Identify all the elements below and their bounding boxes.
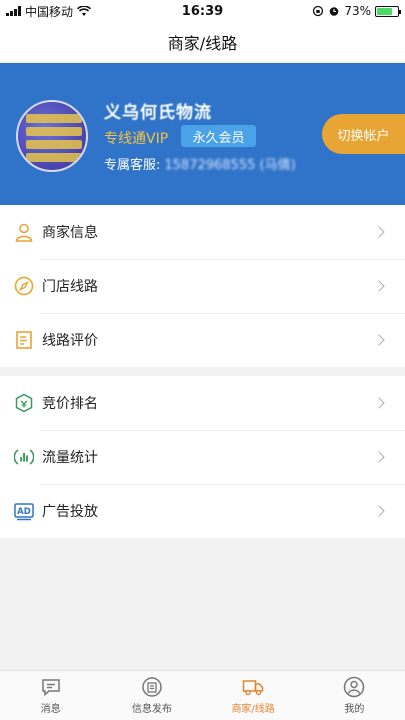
menu-item-label: 门店线路 (42, 279, 98, 295)
menu-group-marketing: 竞价排名 流量统计 AD 广告投放 (0, 376, 405, 538)
menu-item-store-routes[interactable]: 门店线路 (0, 259, 405, 313)
tab-publish[interactable]: 信息发布 (101, 671, 202, 720)
chevron-right-icon (373, 451, 385, 463)
truck-icon (242, 676, 264, 698)
wifi-icon (77, 5, 92, 16)
avatar[interactable] (16, 100, 88, 172)
status-bar: 中国移动 16:39 73% (0, 0, 405, 22)
switch-account-button[interactable]: 切换帐户 (322, 114, 405, 154)
user-icon (14, 222, 34, 242)
service-value: 15872968555 (马倩) (164, 158, 296, 173)
menu-group-merchant: 商家信息 门店线路 线路评价 (0, 205, 405, 367)
menu-item-merchant-info[interactable]: 商家信息 (0, 205, 405, 259)
rank-shield-icon (14, 393, 34, 413)
tab-messages[interactable]: 消息 (0, 671, 101, 720)
svg-text:AD: AD (17, 507, 31, 517)
tab-label: 商家/线路 (231, 704, 275, 715)
tab-label: 我的 (344, 704, 365, 715)
alarm-icon (330, 7, 339, 16)
message-icon (40, 676, 62, 698)
company-name: 义乌何氏物流 (104, 103, 212, 123)
menu-item-traffic-stats[interactable]: 流量统计 (0, 430, 405, 484)
service-contact: 专属客服: 15872968555 (马倩) (104, 154, 296, 173)
member-badge: 永久会员 (181, 125, 256, 147)
battery-icon (375, 5, 401, 17)
carrier-label: 中国移动 (25, 4, 74, 19)
tab-label: 消息 (40, 704, 61, 715)
menu-item-label: 竞价排名 (42, 396, 98, 412)
signal-icon (6, 6, 21, 16)
compass-icon (14, 276, 34, 296)
menu-item-label: 广告投放 (42, 504, 98, 520)
menu-item-label: 商家信息 (42, 225, 98, 241)
menu-item-advertising[interactable]: AD 广告投放 (0, 484, 405, 538)
menu-item-route-reviews[interactable]: 线路评价 (0, 313, 405, 367)
menu-item-label: 线路评价 (42, 333, 98, 349)
nav-bar: 商家/线路 (0, 22, 405, 62)
chevron-right-icon (373, 397, 385, 409)
clock: 16:39 (181, 3, 224, 19)
tab-mine[interactable]: 我的 (304, 671, 405, 720)
publish-icon (141, 676, 163, 698)
menu-item-bidding-rank[interactable]: 竞价排名 (0, 376, 405, 430)
ad-icon: AD (14, 501, 34, 521)
tab-merchant-routes[interactable]: 商家/线路 (203, 671, 304, 720)
page-title: 商家/线路 (167, 34, 238, 53)
chevron-right-icon (373, 280, 385, 292)
service-label: 专属客服: (104, 158, 161, 173)
tab-label: 信息发布 (131, 704, 172, 715)
menu-item-label: 流量统计 (42, 450, 98, 466)
chevron-right-icon (373, 226, 385, 238)
profile-icon (343, 676, 365, 698)
chevron-right-icon (373, 505, 385, 517)
document-icon (14, 330, 34, 350)
chevron-right-icon (373, 334, 385, 346)
tab-bar: 消息 信息发布 商家/线路 我的 (0, 670, 405, 720)
vip-label: 专线通VIP (104, 131, 169, 147)
rotation-lock-icon (313, 5, 324, 17)
battery-percent: 73% (344, 4, 371, 18)
chart-icon (14, 447, 34, 467)
